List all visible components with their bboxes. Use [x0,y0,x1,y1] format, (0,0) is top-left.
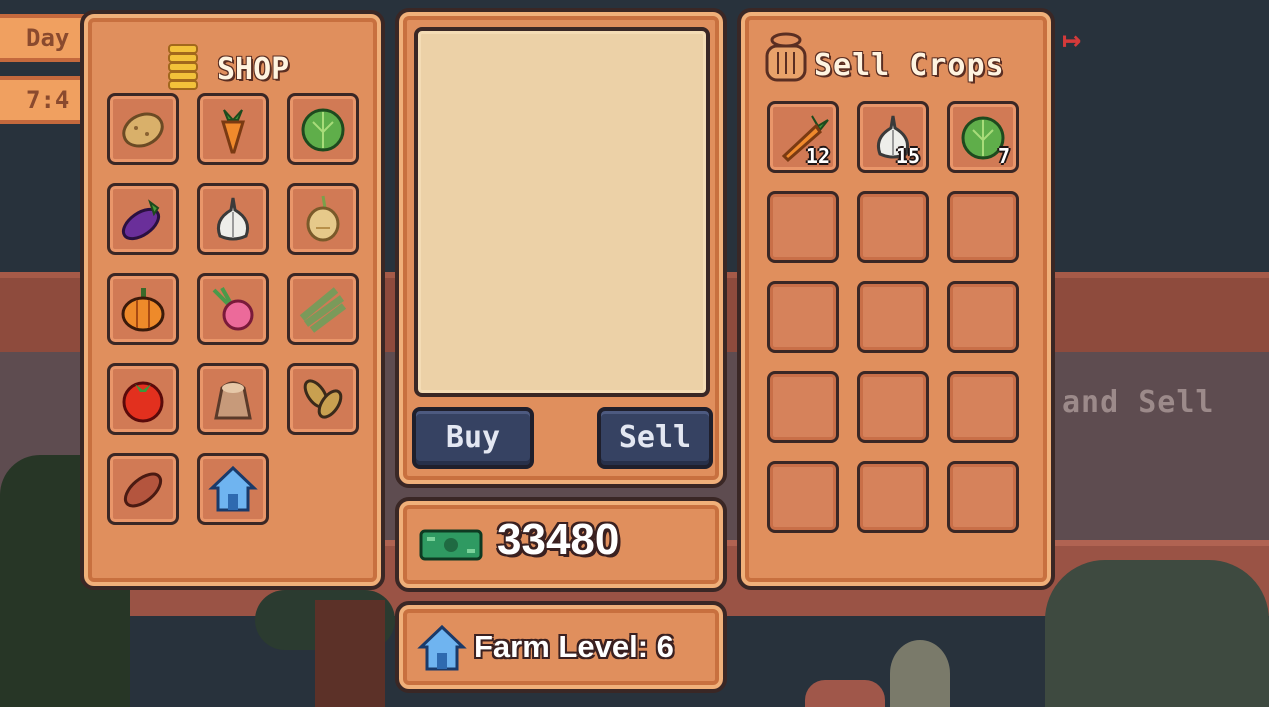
farm-level-label: Farm Level: 6 [474,629,674,664]
carrot-icon [220,109,246,154]
sell-item-cabbage[interactable]: 7 [947,101,1019,173]
cabbage-icon [301,108,345,152]
empty-inventory-slot[interactable] [857,461,929,533]
empty-inventory-slot[interactable] [857,191,929,263]
shop-item-onion[interactable] [287,183,359,255]
shop-item-eggplant[interactable] [107,183,179,255]
item-count: 12 [805,144,830,168]
background-leaf [890,640,950,707]
onion-icon [306,195,340,242]
house-icon [208,465,258,512]
empty-inventory-slot[interactable] [947,281,1019,353]
potato-icon [122,112,164,148]
shop-item-garlic[interactable] [197,183,269,255]
pumpkin-icon [121,288,165,332]
sweet-potato-icon [123,472,163,508]
eggplant-icon [121,199,161,241]
shop-item-carrot[interactable] [197,93,269,165]
shop-item-peanut[interactable] [287,363,359,435]
empty-inventory-slot[interactable] [767,461,839,533]
background-tree-right [1045,560,1269,707]
empty-inventory-slot[interactable] [947,191,1019,263]
money-panel: 33480 [395,497,727,592]
shop-title: SHOP [217,52,290,87]
empty-inventory-slot[interactable] [947,461,1019,533]
time-indicator: 7:4 [0,76,90,124]
farm-level-panel: Farm Level: 6 [395,601,727,693]
empty-inventory-slot[interactable] [857,281,929,353]
empty-inventory-slot[interactable] [857,371,929,443]
sell-item-garlic[interactable]: 15 [857,101,929,173]
buy-button[interactable]: Buy [412,407,534,469]
day-indicator: Day [0,14,90,62]
sell-button[interactable]: Sell [597,407,713,469]
house-icon [417,624,467,671]
garlic-icon [216,197,250,241]
item-preview-box [414,27,710,397]
background-tree-trunk [315,600,385,707]
shop-item-cabbage[interactable] [287,93,359,165]
tomato-icon [122,381,164,423]
seed-bag-icon [214,381,252,420]
shop-panel: SHOP [80,10,385,590]
shop-item-potato[interactable] [107,93,179,165]
sell-item-carrot[interactable]: 12 [767,101,839,173]
background-sign-text: and Sell [1062,385,1215,420]
coin-stack-icon [166,44,200,92]
basket-icon [765,32,807,82]
item-count: 15 [895,144,920,168]
money-value: 33480 [497,515,620,564]
background-plant [805,680,885,707]
shop-item-pumpkin[interactable] [107,273,179,345]
item-count: 7 [997,144,1010,168]
empty-inventory-slot[interactable] [767,191,839,263]
shop-item-seed-bag[interactable] [197,363,269,435]
shop-item-sweet-potato[interactable] [107,453,179,525]
shop-item-farm-upgrade[interactable] [197,453,269,525]
shop-item-wheat[interactable] [287,273,359,345]
shop-item-tomato[interactable] [107,363,179,435]
sell-crops-panel: Sell Crops 12 15 7 [737,8,1055,590]
empty-inventory-slot[interactable] [767,281,839,353]
wheat-icon [299,287,347,333]
item-detail-panel: Buy Sell [395,8,727,488]
radish-icon [212,287,254,331]
cash-icon [419,529,483,561]
sell-crops-title: Sell Crops [814,48,1005,83]
shop-item-radish[interactable] [197,273,269,345]
peanut-icon [303,379,343,419]
empty-inventory-slot[interactable] [947,371,1019,443]
empty-inventory-slot[interactable] [767,371,839,443]
exit-arrow-icon[interactable]: ↦ [1062,20,1112,65]
